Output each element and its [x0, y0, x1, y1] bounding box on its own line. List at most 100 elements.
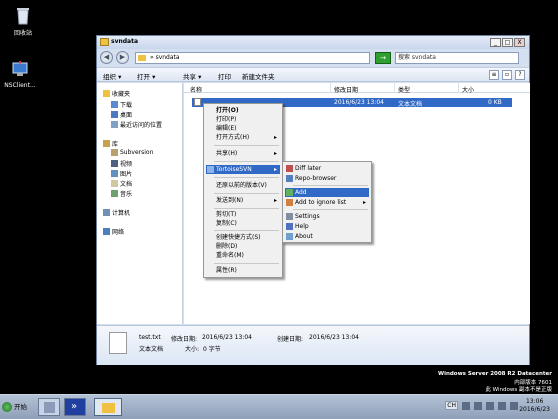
menu-item-create-shortcut[interactable]: 创建快捷方式(S) [206, 233, 280, 242]
file-type: 文本文档 [398, 101, 423, 108]
menu-item-add-to-ignore[interactable]: Add to ignore list ▸ [285, 198, 369, 207]
network-icon[interactable] [498, 401, 506, 410]
repo-browser-icon [286, 175, 293, 182]
view-options-icon[interactable]: ≡ [489, 70, 499, 80]
menu-item-open[interactable]: 打开(O) [206, 106, 280, 115]
preview-pane-icon[interactable]: ▫ [502, 70, 512, 80]
nav-documents[interactable]: 文档 [111, 179, 132, 188]
menu-item-send-to[interactable]: 发送到(N) ▸ [206, 196, 280, 205]
library-icon [111, 149, 118, 156]
genuine-warning-text: 此 Windows 副本不是正版 [485, 387, 552, 393]
menu-item-repo-browser[interactable]: Repo-browser [285, 174, 369, 183]
nav-favorites[interactable]: 收藏夹 [103, 89, 130, 98]
share-button[interactable]: 共享 ▾ [183, 71, 201, 81]
video-icon [111, 160, 118, 167]
taskbar: 开始 » CH 13:06 2016/6/23 [0, 394, 558, 419]
column-modified[interactable]: 修改日期 [334, 85, 358, 94]
details-filename: test.txt [139, 334, 161, 341]
nsclient-label: NSClient... [4, 82, 36, 89]
organize-button[interactable]: 组织 ▾ [103, 71, 121, 81]
recycle-bin-shortcut[interactable]: 回收站 [3, 6, 43, 37]
nav-desktop[interactable]: 桌面 [111, 110, 132, 119]
nav-pictures[interactable]: 图片 [111, 169, 132, 178]
address-bar-row: ◀ ▶ » svndata → 搜索 svndata [97, 50, 529, 66]
menu-item-print[interactable]: 打印(P) [206, 115, 280, 124]
search-input[interactable]: 搜索 svndata [395, 52, 519, 64]
title-bar[interactable]: svndata _ □ X [97, 36, 529, 49]
taskbar-powershell[interactable]: » [64, 398, 86, 416]
details-size-label: 大小: [185, 346, 200, 353]
details-modified-value: 2016/6/23 13:04 [202, 334, 252, 341]
help-icon [286, 223, 293, 230]
server-manager-icon [44, 402, 55, 413]
desktop-icon [111, 111, 118, 118]
menu-item-add[interactable]: Add [285, 188, 369, 197]
nav-music[interactable]: 音乐 [111, 189, 132, 198]
menu-item-share[interactable]: 共享(H) ▸ [206, 149, 280, 158]
menu-item-settings[interactable]: Settings [285, 212, 369, 221]
column-name[interactable]: 名称 [190, 85, 202, 94]
document-icon [111, 180, 118, 187]
menu-item-delete[interactable]: 删除(D) [206, 242, 280, 251]
menu-item-copy[interactable]: 复制(C) [206, 219, 280, 228]
menu-item-diff-later[interactable]: Diff later [285, 164, 369, 173]
library-icon [103, 140, 110, 147]
clock[interactable]: 13:06 2016/6/23 [519, 398, 550, 414]
about-icon [286, 233, 293, 240]
help-icon[interactable]: ? [515, 70, 525, 80]
nav-subversion[interactable]: Subversion [111, 149, 153, 156]
powershell-icon: » [71, 401, 78, 412]
new-folder-button[interactable]: 新建文件夹 [242, 71, 275, 81]
nav-recent[interactable]: 最近访问的位置 [111, 120, 162, 129]
menu-item-cut[interactable]: 剪切(T) [206, 210, 280, 219]
recycle-bin-icon [13, 6, 33, 26]
input-language[interactable]: CH [445, 401, 458, 410]
print-button[interactable]: 打印 [218, 71, 231, 81]
maximize-button[interactable]: □ [502, 38, 513, 47]
recent-places-icon [111, 121, 118, 128]
context-menu: 打开(O) 打印(P) 编辑(E) 打开方式(H) ▸ 共享(H) ▸ Tortoi… [203, 103, 283, 278]
help-icon[interactable] [474, 401, 482, 410]
keyboard-icon[interactable] [462, 401, 470, 410]
go-button[interactable]: → [375, 52, 391, 64]
menu-item-about[interactable]: About [285, 232, 369, 241]
column-type[interactable]: 类型 [398, 85, 410, 94]
chevron-right-icon: ▸ [273, 166, 277, 173]
close-button[interactable]: X [514, 38, 525, 47]
volume-icon[interactable] [510, 401, 518, 410]
menu-item-rename[interactable]: 重命名(M) [206, 251, 280, 260]
star-icon [103, 90, 110, 97]
ignore-icon [286, 199, 293, 206]
column-size[interactable]: 大小 [462, 85, 474, 94]
taskbar-explorer[interactable] [94, 398, 122, 416]
menu-item-tortoisesvn[interactable]: TortoiseSVN ▸ [206, 165, 280, 174]
menu-item-properties[interactable]: 属性(R) [206, 266, 280, 275]
downloads-icon [111, 101, 118, 108]
text-file-icon [194, 98, 201, 106]
nav-computer[interactable]: 计算机 [103, 208, 130, 217]
chevron-right-icon: ▸ [273, 134, 277, 141]
nsclient-shortcut[interactable]: NSClient... [0, 60, 40, 89]
minimize-button[interactable]: _ [490, 38, 501, 47]
details-type: 文本文档 [139, 346, 164, 353]
nav-videos[interactable]: 视频 [111, 159, 132, 168]
chevron-right-icon: ▸ [273, 197, 277, 204]
back-button[interactable]: ◀ [100, 51, 113, 64]
taskbar-server-manager[interactable] [38, 398, 60, 416]
start-button[interactable]: 开始 [2, 399, 30, 415]
address-bar[interactable]: » svndata [135, 52, 370, 64]
column-header: 名称 修改日期 类型 大小 [184, 83, 530, 94]
details-modified-label: 修改日期: [171, 336, 198, 343]
menu-item-open-with[interactable]: 打开方式(H) ▸ [206, 133, 280, 142]
nav-downloads[interactable]: 下载 [111, 100, 132, 109]
nav-libraries[interactable]: 库 [103, 139, 118, 148]
nav-network[interactable]: 网络 [103, 227, 124, 236]
open-button[interactable]: 打开 ▾ [137, 71, 155, 81]
menu-item-restore[interactable]: 还原以前的版本(V) [206, 181, 280, 190]
menu-item-edit[interactable]: 编辑(E) [206, 124, 280, 133]
chevron-right-icon: ▸ [273, 150, 277, 157]
flag-icon[interactable] [486, 401, 494, 410]
menu-item-help[interactable]: Help [285, 222, 369, 231]
forward-button[interactable]: ▶ [116, 51, 129, 64]
folder-icon [100, 38, 109, 46]
